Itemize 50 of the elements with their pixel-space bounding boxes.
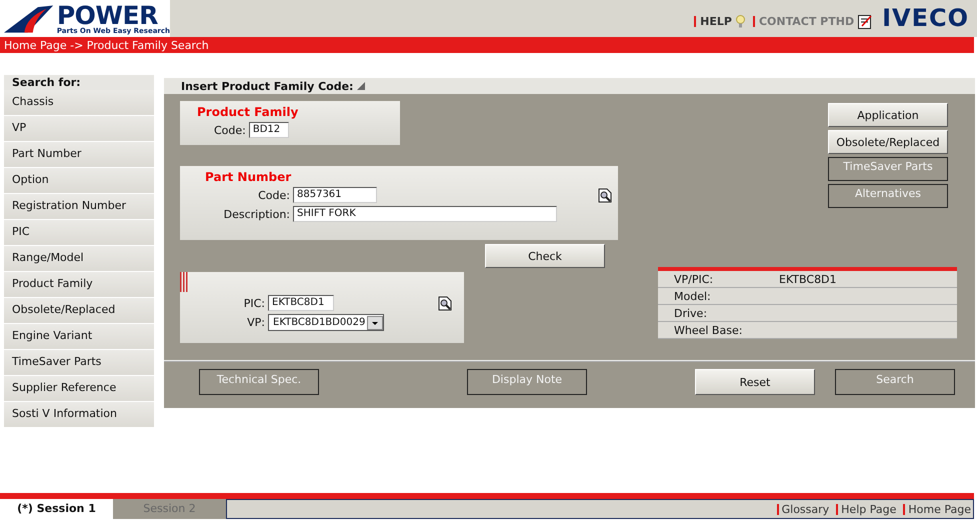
field-label: Description:	[222, 208, 290, 220]
field-label: PIC:	[242, 296, 265, 310]
section-title: Part Number	[204, 169, 292, 184]
magnifier-icon[interactable]	[438, 296, 452, 310]
sidebar-item[interactable]: Option	[4, 168, 154, 194]
vp-dropdown[interactable]: EKTBC8D1BD0029	[268, 314, 384, 331]
sidebar-item[interactable]: Registration Number	[4, 194, 154, 220]
sidebar-item[interactable]: VP	[4, 116, 154, 142]
sidebar-item[interactable]: Sosti V Information	[4, 402, 154, 428]
triangle-icon	[357, 82, 366, 90]
breadcrumb[interactable]: Home Page -> Product Family Search	[4, 38, 209, 52]
input-field[interactable]: 8857361	[293, 187, 377, 203]
sidebar-item[interactable]: Supplier Reference	[4, 376, 154, 402]
input-field[interactable]: BD12	[248, 122, 289, 138]
info-value: EKTBC8D1	[779, 272, 837, 286]
magnifier-icon[interactable]	[598, 188, 612, 202]
field-label: VP:	[246, 316, 265, 329]
section-title: Product Family	[196, 104, 300, 119]
footer-link[interactable]: Home Page	[908, 502, 971, 516]
sidebar-item[interactable]: Product Family	[4, 272, 154, 298]
header-link[interactable]: HELP	[700, 15, 732, 28]
sidebar-item[interactable]: Chassis	[4, 90, 154, 116]
check-button[interactable]: Check	[485, 244, 605, 268]
info-label: VP/PIC:	[674, 272, 714, 286]
sidebar-item[interactable]: Range/Model	[4, 246, 154, 272]
sidebar-item[interactable]: TimeSaver Parts	[4, 350, 154, 376]
action-button[interactable]: Obsolete/Replaced	[828, 130, 948, 154]
action-button[interactable]: Reset	[695, 369, 815, 395]
field-label: Code:	[257, 188, 290, 202]
field-label: Code:	[214, 124, 246, 136]
sidebar-item[interactable]: Part Number	[4, 142, 154, 168]
form-title: Insert Product Family Code:	[181, 80, 354, 92]
notepad-icon	[858, 14, 872, 29]
sidebar-item[interactable]: PIC	[4, 220, 154, 246]
sidebar-title: Search for:	[4, 75, 154, 90]
input-field[interactable]: SHIFT FORK	[293, 206, 557, 222]
info-label: Drive:	[674, 306, 708, 320]
footer-link[interactable]: Help Page	[841, 502, 896, 516]
sidebar-item[interactable]: Engine Variant	[4, 324, 154, 350]
footer-link[interactable]: Glossary	[782, 502, 830, 516]
stripes-icon	[180, 272, 188, 292]
logo-wordmark: POWER	[56, 2, 158, 28]
sidebar-item[interactable]: Obsolete/Replaced	[4, 298, 154, 324]
info-label: Model:	[674, 290, 712, 302]
swoosh-icon	[4, 2, 55, 34]
info-label: Wheel Base:	[674, 324, 744, 336]
action-button[interactable]: Application	[828, 103, 948, 127]
input-field[interactable]: EKTBC8D1	[268, 295, 334, 311]
brand-logo: IVECO	[882, 4, 969, 32]
lightbulb-icon	[736, 15, 745, 28]
